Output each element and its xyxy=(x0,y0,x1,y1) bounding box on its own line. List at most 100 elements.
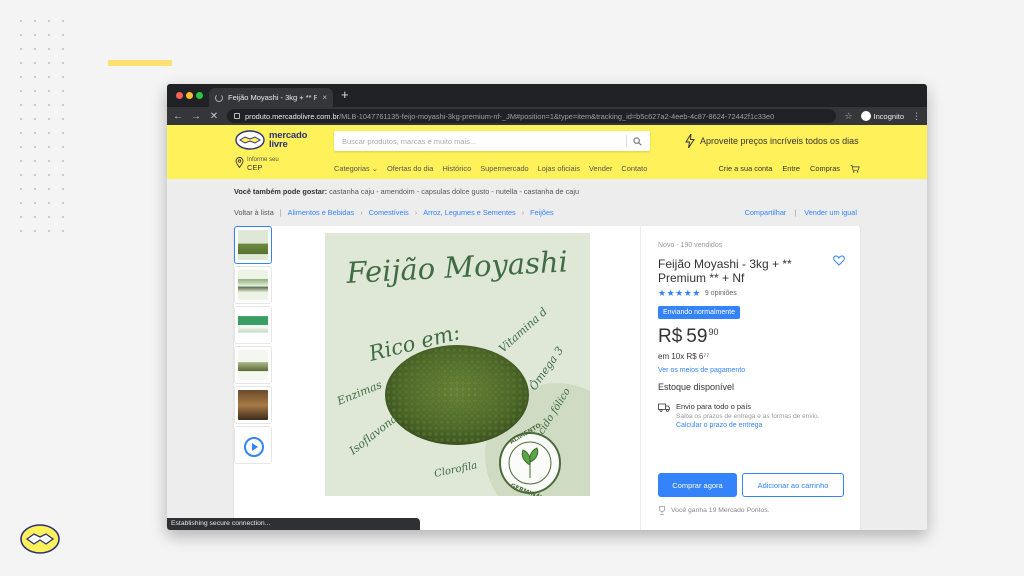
share-link[interactable]: Compartilhar xyxy=(745,208,787,217)
add-to-cart-button[interactable]: Adicionar ao carrinho xyxy=(742,473,844,497)
promo-text: Aproveite preços incríveis todos os dias xyxy=(700,136,859,146)
favorite-heart-icon[interactable] xyxy=(833,255,845,266)
sell-same-link[interactable]: Vender um igual xyxy=(804,208,857,217)
suggestions-label: Você também pode gostar: xyxy=(234,187,328,196)
rating-stars[interactable]: ★★★★★ 9 opiniões xyxy=(658,288,737,299)
maximize-window-button[interactable] xyxy=(196,92,203,99)
close-window-button[interactable] xyxy=(176,92,183,99)
calculate-delivery-link[interactable]: Calcular o prazo de entrega xyxy=(676,421,819,431)
decorative-dot-grid xyxy=(14,14,74,244)
product-image[interactable]: Feijão Moyashi Rico em: Vitamina d Ômega… xyxy=(325,233,590,496)
purchases-link[interactable]: Compras xyxy=(810,164,840,173)
product-title: Feijão Moyashi - 3kg + ** Premium ** + N… xyxy=(658,257,792,285)
nav-historico[interactable]: Histórico xyxy=(442,164,471,173)
nav-categorias[interactable]: Categorias ⌄ xyxy=(334,164,378,173)
search-icon[interactable] xyxy=(633,136,642,146)
lightning-icon xyxy=(685,134,695,148)
condition-sold-count: Novo - 190 vendidos xyxy=(658,242,723,249)
star-icons: ★★★★★ xyxy=(658,288,701,298)
create-account-link[interactable]: Crie a sua conta xyxy=(719,164,773,173)
shipping-info: Envio para todo o país Saiba os prazos d… xyxy=(658,402,819,431)
thumbnail-gallery xyxy=(234,226,274,466)
thumbnail-3[interactable] xyxy=(234,306,272,344)
incognito-label: Incognito xyxy=(873,111,904,121)
suggestions-links[interactable]: castanha caju - amendoim - capsulas dolc… xyxy=(329,187,579,196)
incognito-indicator[interactable]: Incognito xyxy=(860,111,904,121)
address-toolbar: ← → ✕ produto.mercadolivre.com.br/MLB-10… xyxy=(167,107,927,125)
column-divider xyxy=(640,226,641,530)
breadcrumb-item[interactable]: Feijões xyxy=(530,208,554,217)
bookmark-star-icon[interactable]: ☆ xyxy=(844,111,852,122)
search-separator xyxy=(626,135,627,147)
site-header: mercado livre Aproveite preços incríveis… xyxy=(167,125,927,179)
breadcrumb-item[interactable]: Alimentos e Bebidas xyxy=(288,208,355,217)
thumbnail-4[interactable] xyxy=(234,346,272,384)
buy-now-button[interactable]: Comprar agora xyxy=(658,473,737,497)
cep-label: CEP xyxy=(247,163,263,172)
price-integer: 59 xyxy=(686,326,708,347)
suggestions-row: Você também pode gostar: castanha caju -… xyxy=(234,187,579,196)
shipping-status-badge: Enviando normalmente xyxy=(658,306,740,319)
loyalty-points: Você ganha 19 Mercado Pontos. xyxy=(658,506,770,515)
search-bar xyxy=(334,131,650,151)
loading-spinner-icon xyxy=(215,93,223,102)
thumbnail-2[interactable] xyxy=(234,266,272,304)
tab-title: Feijão Moyashi - 3kg + ** Premium xyxy=(228,93,318,102)
video-thumbnail[interactable] xyxy=(234,426,272,464)
back-to-list-link[interactable]: Voltar à lista xyxy=(234,208,274,217)
browser-window: Feijão Moyashi - 3kg + ** Premium × + ← … xyxy=(167,84,927,530)
login-link[interactable]: Entre xyxy=(782,164,800,173)
promo-banner[interactable]: Aproveite preços incríveis todos os dias xyxy=(685,134,859,148)
location-pin-icon xyxy=(235,157,244,168)
url-text: produto.mercadolivre.com.br/MLB-10477611… xyxy=(245,111,775,121)
points-text: Você ganha 19 Mercado Pontos. xyxy=(671,507,770,514)
review-count: 9 opiniões xyxy=(704,290,737,297)
price: R$ 59 90 xyxy=(658,326,718,348)
shipping-title: Envio para todo o país xyxy=(676,402,752,411)
url-bar[interactable]: produto.mercadolivre.com.br/MLB-10477611… xyxy=(227,109,837,123)
incognito-avatar-icon xyxy=(860,111,871,121)
thumbnail-1[interactable] xyxy=(234,226,272,264)
stop-loading-icon[interactable]: ✕ xyxy=(209,111,219,122)
breadcrumb-item[interactable]: Arroz, Legumes e Sementes xyxy=(423,208,515,217)
thumbnail-5[interactable] xyxy=(234,386,272,424)
decorative-yellow-bar xyxy=(108,60,172,66)
nav-contato[interactable]: Contato xyxy=(621,164,647,173)
shipping-subtitle: Saiba os prazos de entrega e as formas d… xyxy=(676,413,820,420)
installments-text: em 10x R$ 6⁷⁷ xyxy=(658,352,710,361)
play-icon xyxy=(244,437,264,457)
browser-tab[interactable]: Feijão Moyashi - 3kg + ** Premium × xyxy=(209,88,333,107)
browser-menu-icon[interactable]: ⋮ xyxy=(912,111,921,122)
forward-arrow-icon[interactable]: → xyxy=(191,111,201,122)
truck-icon xyxy=(658,403,670,412)
breadcrumb-item[interactable]: Comestíveis xyxy=(369,208,409,217)
tab-strip: Feijão Moyashi - 3kg + ** Premium × + xyxy=(167,84,927,107)
user-nav: Crie a sua conta Entre Compras xyxy=(719,164,860,173)
price-cents: 90 xyxy=(708,327,719,337)
product-card: Feijão Moyashi Rico em: Vitamina d Ômega… xyxy=(234,226,860,530)
status-bar: Establishing secure connection... xyxy=(167,518,420,530)
nav-ofertas[interactable]: Ofertas do dia xyxy=(387,164,433,173)
new-tab-button[interactable]: + xyxy=(341,87,349,103)
minimize-window-button[interactable] xyxy=(186,92,193,99)
stock-status: Estoque disponível xyxy=(658,382,735,392)
price-currency: R$ xyxy=(658,326,683,347)
back-arrow-icon[interactable]: ← xyxy=(173,111,183,122)
trophy-icon xyxy=(659,506,665,515)
mercadolivre-logo[interactable]: mercado livre xyxy=(235,130,307,150)
handshake-logo-icon xyxy=(235,130,265,150)
nav-supermercado[interactable]: Supermercado xyxy=(480,164,528,173)
lock-icon xyxy=(234,113,240,119)
category-nav: Categorias ⌄ Ofertas do dia Histórico Su… xyxy=(334,164,647,173)
search-input[interactable] xyxy=(342,136,620,146)
cep-selector[interactable]: Informe seu CEP xyxy=(235,157,279,172)
mercadolivre-handshake-icon xyxy=(20,524,60,554)
cart-icon[interactable] xyxy=(850,164,860,173)
share-actions: Compartilhar | Vender um igual xyxy=(744,208,857,217)
close-tab-icon[interactable]: × xyxy=(322,93,327,102)
logo-text-line2: livre xyxy=(269,139,288,150)
payment-methods-link[interactable]: Ver os meios de pagamento xyxy=(658,367,745,374)
nav-lojas-oficiais[interactable]: Lojas oficiais xyxy=(538,164,580,173)
nav-vender[interactable]: Vender xyxy=(589,164,612,173)
breadcrumb: Voltar à lista | Alimentos e Bebidas › C… xyxy=(234,208,554,217)
